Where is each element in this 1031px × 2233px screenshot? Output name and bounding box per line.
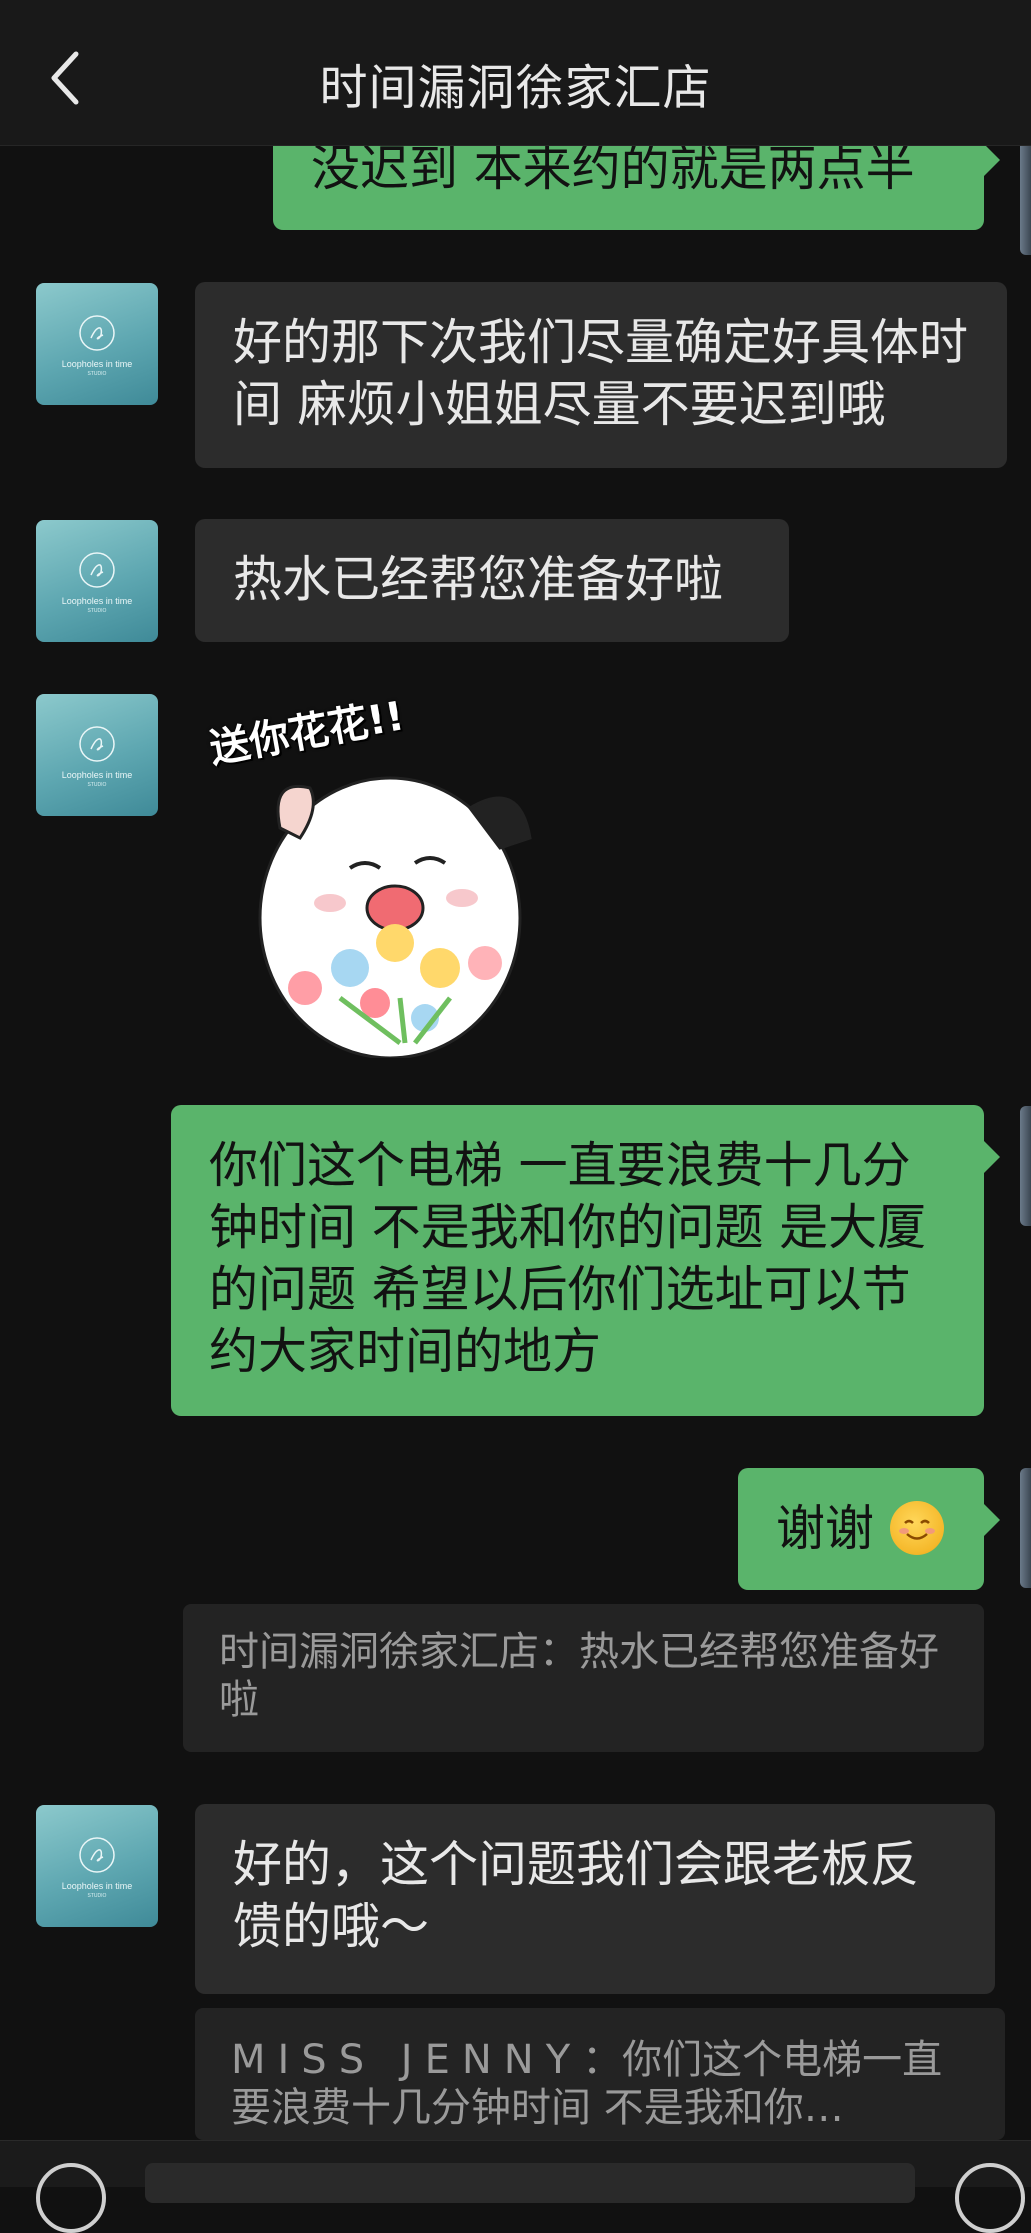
quoted-message[interactable]: MISS JENNY：你们这个电梯一直要浪费十几分钟时间 不是我和你… [195, 2008, 1005, 2140]
logo-icon [79, 726, 115, 762]
message-bubble-incoming[interactable]: 好的，这个问题我们会跟老板反馈的哦～ [195, 1804, 995, 1994]
self-avatar[interactable] [1020, 135, 1031, 255]
shop-avatar[interactable]: Loopholes in time STUDIO [36, 520, 158, 642]
sticker-message[interactable]: 送你花花!! [200, 693, 560, 1060]
message-bubble-incoming[interactable]: 热水已经帮您准备好啦 [195, 519, 789, 642]
message-text: 谢谢 [776, 1500, 875, 1557]
chat-area: 没迟到 本来约的就是两点半 Loopholes in time STUDIO 好… [0, 0, 1031, 2186]
logo-icon [79, 1837, 115, 1873]
message-input[interactable] [145, 2163, 915, 2203]
avatar-brand: Loopholes in time [61, 359, 133, 369]
quote-sender: MISS JENNY [231, 2037, 583, 2083]
avatar-sub: STUDIO [87, 608, 107, 614]
self-avatar[interactable] [1020, 1468, 1031, 1588]
page-title: 时间漏洞徐家汇店 [319, 60, 712, 116]
smile-emoji-icon [889, 1501, 944, 1555]
input-bar [0, 2140, 1031, 2233]
message-text: 你们这个电梯 一直要浪费十几分钟时间 不是我和你的问题 是大厦的问题 希望以后你… [209, 1137, 927, 1380]
shop-avatar[interactable]: Loopholes in time STUDIO [36, 694, 158, 816]
chat-header: 时间漏洞徐家汇店 [0, 0, 1031, 146]
message-text: 热水已经帮您准备好啦 [233, 551, 724, 608]
message-bubble-incoming[interactable]: 好的那下次我们尽量确定好具体时间 麻烦小姐姐尽量不要迟到哦 [195, 282, 1007, 468]
avatar-sub: STUDIO [87, 782, 107, 788]
avatar-sub: STUDIO [87, 371, 107, 377]
avatar-sub: STUDIO [87, 1893, 107, 1899]
message-bubble-outgoing[interactable]: 你们这个电梯 一直要浪费十几分钟时间 不是我和你的问题 是大厦的问题 希望以后你… [171, 1105, 1000, 1416]
more-options-icon[interactable] [955, 2163, 1025, 2233]
avatar-brand: Loopholes in time [61, 770, 133, 780]
self-avatar[interactable] [1020, 1106, 1031, 1226]
message-text: 好的那下次我们尽量确定好具体时间 麻烦小姐姐尽量不要迟到哦 [233, 314, 969, 433]
logo-icon [79, 552, 115, 588]
avatar-brand: Loopholes in time [61, 1881, 133, 1891]
quoted-message[interactable]: 时间漏洞徐家汇店：热水已经帮您准备好啦 [183, 1604, 984, 1752]
quote-text: 时间漏洞徐家汇店：热水已经帮您准备好啦 [219, 1629, 939, 1723]
shop-avatar[interactable]: Loopholes in time STUDIO [36, 283, 158, 405]
message-text: 好的，这个问题我们会跟老板反馈的哦～ [233, 1836, 920, 1955]
avatar-brand: Loopholes in time [61, 596, 133, 606]
shop-avatar[interactable]: Loopholes in time STUDIO [36, 1805, 158, 1927]
voice-input-icon[interactable] [36, 2163, 106, 2233]
logo-icon [79, 315, 115, 351]
message-text: 没迟到 本来约的就是两点半 [311, 140, 915, 197]
message-bubble-outgoing[interactable]: 谢谢 [738, 1468, 1000, 1590]
